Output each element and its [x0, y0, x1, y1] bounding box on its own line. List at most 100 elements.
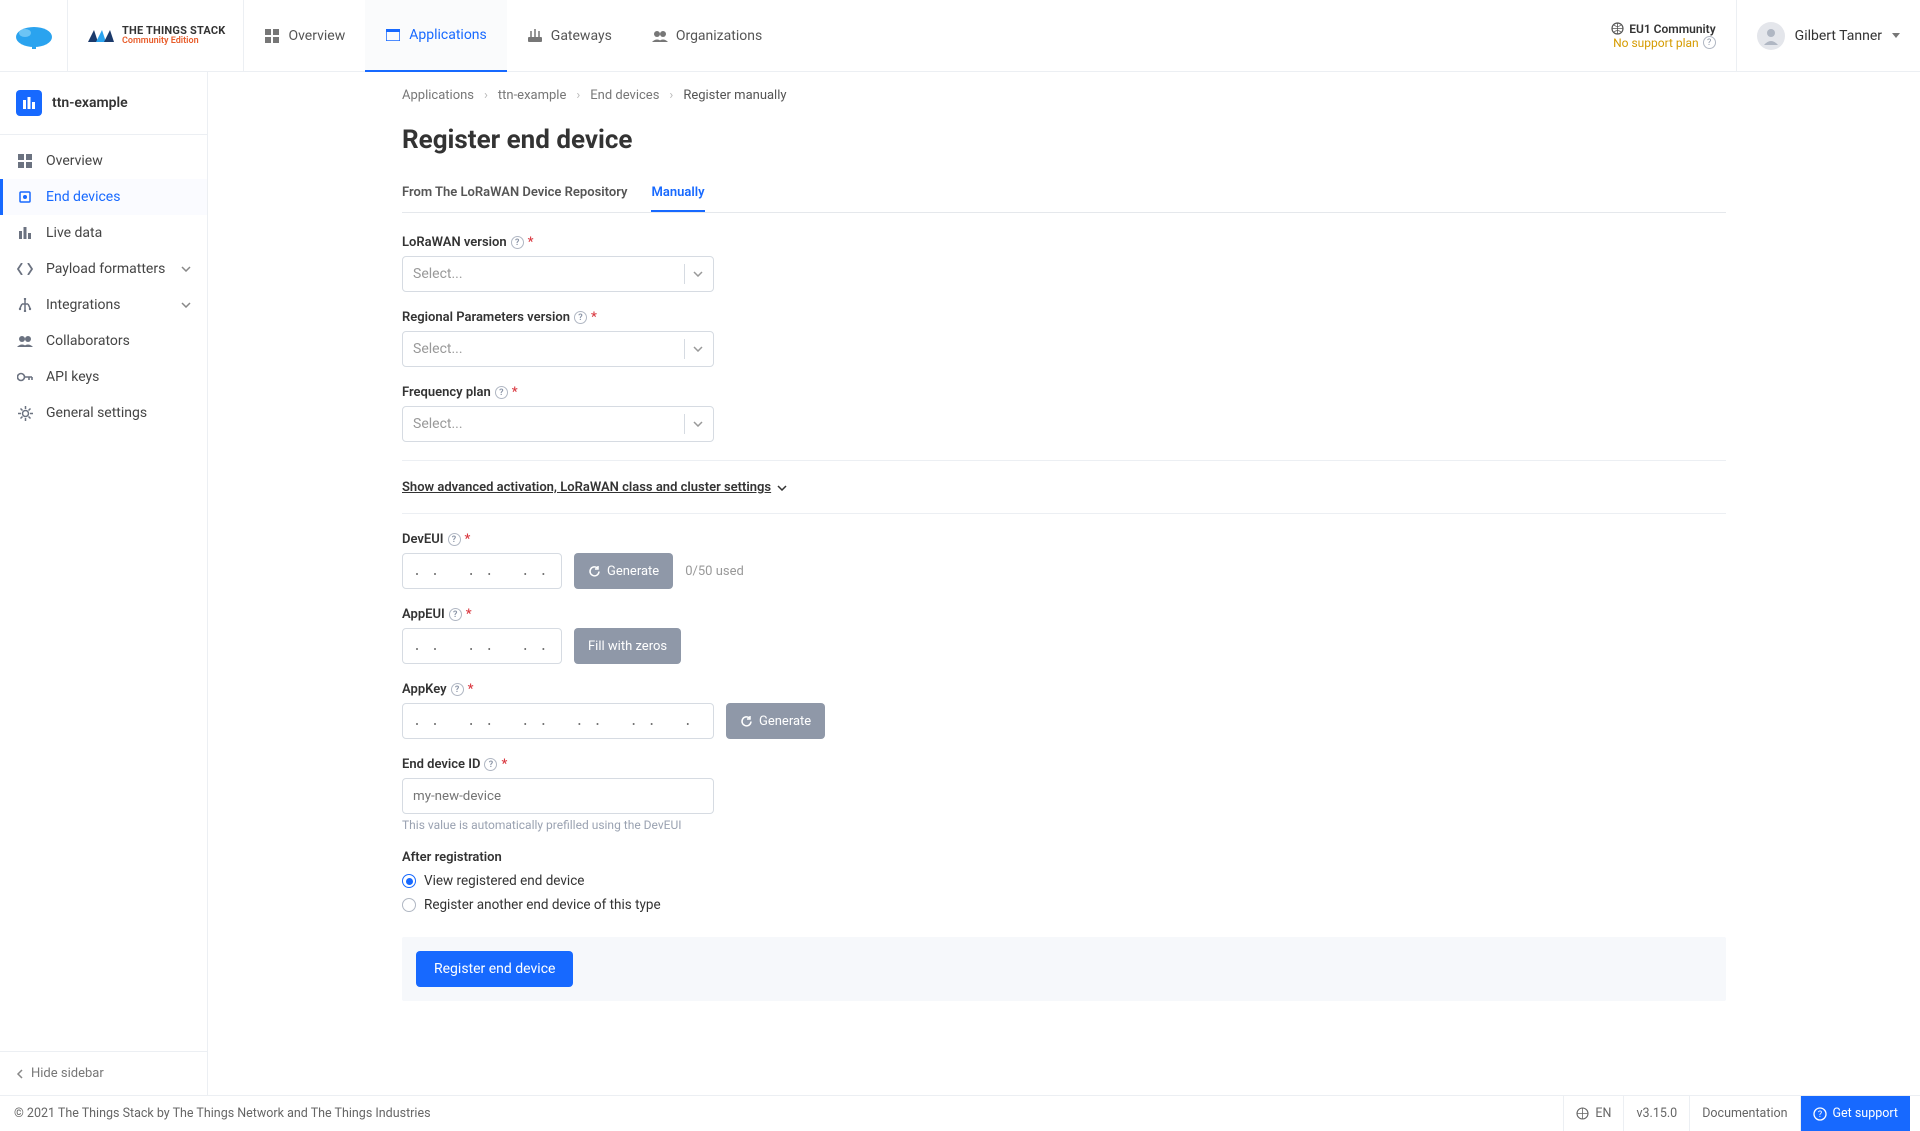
sidebar-item-api-keys[interactable]: API keys: [0, 359, 207, 395]
help-icon[interactable]: ?: [495, 386, 508, 399]
people-icon: [652, 28, 668, 44]
radio-register-more-label: Register another end device of this type: [424, 897, 661, 913]
tab-device-repo[interactable]: From The LoRaWAN Device Repository: [402, 175, 627, 212]
sidebar-item-label: Collaborators: [46, 333, 130, 349]
app-header[interactable]: ttn-example: [0, 72, 207, 135]
globe-icon: [1576, 1107, 1589, 1120]
help-icon[interactable]: ?: [451, 683, 464, 696]
help-icon[interactable]: ?: [449, 608, 462, 621]
sidebar-item-integrations[interactable]: Integrations: [0, 287, 207, 323]
hide-sidebar-button[interactable]: Hide sidebar: [0, 1051, 207, 1095]
help-icon[interactable]: ?: [484, 758, 497, 771]
register-end-device-button[interactable]: Register end device: [416, 951, 573, 987]
nav-applications-label: Applications: [409, 27, 487, 43]
sidebar-item-live-data[interactable]: Live data: [0, 215, 207, 251]
radio-view-device[interactable]: View registered end device: [402, 873, 1726, 889]
nav-organizations-label: Organizations: [676, 28, 762, 44]
nav-applications[interactable]: Applications: [365, 0, 507, 72]
select-placeholder: Select...: [413, 416, 676, 432]
gear-icon: [16, 406, 34, 421]
sidebar-item-payload-formatters[interactable]: Payload formatters: [0, 251, 207, 287]
regional-params-select[interactable]: Select...: [402, 331, 714, 367]
nav-organizations[interactable]: Organizations: [632, 0, 782, 72]
radio-register-another[interactable]: Register another end device of this type: [402, 897, 1726, 913]
frequency-plan-label: Frequency plan: [402, 385, 491, 400]
footer-lang[interactable]: EN: [1563, 1096, 1623, 1131]
chevron-down-icon: [693, 271, 703, 277]
breadcrumb: Applications › ttn-example › End devices…: [402, 72, 1920, 103]
help-icon[interactable]: ?: [574, 311, 587, 324]
sidebar-item-end-devices[interactable]: End devices: [0, 179, 207, 215]
avatar: [1757, 22, 1785, 50]
caret-down-icon: [1892, 33, 1900, 38]
footer-docs[interactable]: Documentation: [1689, 1096, 1799, 1131]
deveui-input[interactable]: [402, 553, 562, 589]
refresh-icon: [740, 715, 753, 728]
brand[interactable]: THE THINGS STACK Community Edition: [68, 0, 244, 72]
radio-icon: [402, 898, 416, 912]
dashboard-icon: [16, 154, 34, 168]
footer-lang-label: EN: [1595, 1106, 1611, 1121]
appkey-input[interactable]: [402, 703, 714, 739]
code-icon: [16, 263, 34, 275]
crumb-end-devices[interactable]: End devices: [590, 88, 659, 103]
chevron-right-icon: ›: [484, 88, 488, 103]
sidebar-item-general-settings[interactable]: General settings: [0, 395, 207, 431]
chevron-right-icon: ›: [576, 88, 580, 103]
page-title: Register end device: [402, 125, 1920, 155]
help-icon[interactable]: ?: [511, 236, 524, 249]
sidebar: ttn-example Overview End devices Live da…: [0, 72, 208, 1095]
select-placeholder: Select...: [413, 266, 676, 282]
subtabs: From The LoRaWAN Device Repository Manua…: [402, 175, 1726, 213]
user-menu[interactable]: Gilbert Tanner: [1737, 22, 1920, 50]
chevron-down-icon: [693, 421, 703, 427]
footer: © 2021 The Things Stack by The Things Ne…: [0, 1095, 1920, 1131]
device-id-hint: This value is automatically prefilled us…: [402, 818, 1726, 832]
nav-gateways-label: Gateways: [551, 28, 612, 44]
sidebar-item-label: Payload formatters: [46, 261, 165, 277]
radio-icon: [402, 874, 416, 888]
help-icon: ?: [1703, 36, 1716, 49]
crumb-app[interactable]: ttn-example: [498, 88, 566, 103]
sidebar-item-collaborators[interactable]: Collaborators: [0, 323, 207, 359]
advanced-settings-label: Show advanced activation, LoRaWAN class …: [402, 480, 771, 495]
chevron-down-icon: [777, 485, 787, 491]
crumb-current: Register manually: [683, 88, 786, 103]
sidebar-item-overview[interactable]: Overview: [0, 143, 207, 179]
cluster-info[interactable]: EU1 Community No support plan ?: [1591, 0, 1736, 72]
brand-subtitle: Community Edition: [122, 37, 225, 47]
generate-label: Generate: [607, 564, 659, 579]
appeui-input[interactable]: [402, 628, 562, 664]
lorawan-version-select[interactable]: Select...: [402, 256, 714, 292]
generate-appkey-button[interactable]: Generate: [726, 703, 825, 739]
ttn-logo[interactable]: [0, 0, 68, 72]
globe-icon: [1611, 22, 1624, 35]
generate-label: Generate: [759, 714, 811, 729]
sidebar-item-label: End devices: [46, 189, 120, 205]
main-content: Applications › ttn-example › End devices…: [208, 72, 1920, 1095]
gateway-icon: [527, 28, 543, 44]
nav-gateways[interactable]: Gateways: [507, 0, 632, 72]
refresh-icon: [588, 565, 601, 578]
chevron-left-icon: [16, 1069, 23, 1079]
people-icon: [16, 335, 34, 347]
device-id-input[interactable]: [402, 778, 714, 814]
key-icon: [16, 372, 34, 382]
fill-zeros-button[interactable]: Fill with zeros: [574, 628, 681, 664]
frequency-plan-select[interactable]: Select...: [402, 406, 714, 442]
footer-support-label: Get support: [1833, 1106, 1898, 1121]
chevron-down-icon: [181, 302, 191, 308]
bars-icon: [16, 227, 34, 239]
crumb-applications[interactable]: Applications: [402, 88, 474, 103]
regional-params-label: Regional Parameters version: [402, 310, 570, 325]
tab-manually[interactable]: Manually: [651, 175, 704, 212]
help-icon[interactable]: ?: [448, 533, 461, 546]
sidebar-item-label: Integrations: [46, 297, 120, 313]
advanced-settings-toggle[interactable]: Show advanced activation, LoRaWAN class …: [402, 480, 787, 495]
generate-deveui-button[interactable]: Generate: [574, 553, 673, 589]
footer-support[interactable]: ? Get support: [1800, 1096, 1910, 1131]
nav-overview[interactable]: Overview: [244, 0, 365, 72]
brand-title: THE THINGS STACK: [122, 25, 225, 37]
integrations-icon: [16, 298, 34, 312]
svg-text:?: ?: [1817, 1110, 1821, 1120]
